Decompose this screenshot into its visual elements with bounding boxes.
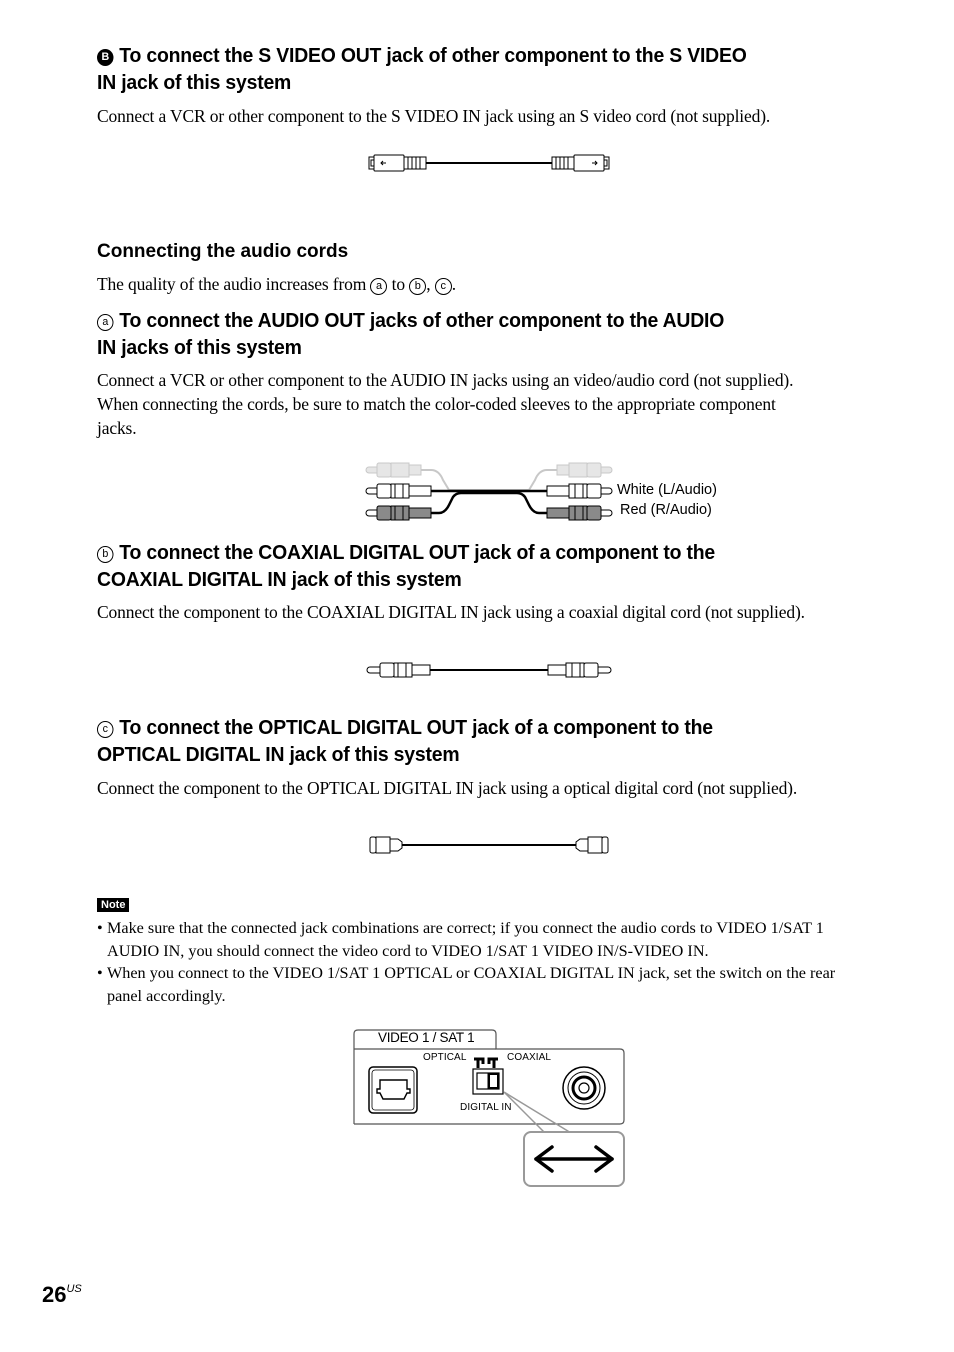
s-video-plug-left-body — [373, 154, 405, 172]
coaxial-heading-line1: To connect the COAXIAL DIGITAL OUT jack … — [119, 542, 716, 564]
coaxial-heading-line2: COAXIAL DIGITAL IN jack of this system — [97, 569, 462, 591]
optical-label: OPTICAL — [423, 1052, 467, 1063]
page-number-suffix: US — [66, 1283, 82, 1295]
svideo-heading-line1: To connect the S VIDEO OUT jack of other… — [119, 45, 747, 67]
s-video-plug-right-tip — [603, 156, 610, 170]
optical-heading: c To connect the OPTICAL DIGITAL OUT jack… — [97, 715, 892, 769]
quality-prefix: The quality of the audio increases from — [97, 274, 367, 294]
s-video-plug-left-tip — [368, 156, 375, 170]
audio-body-line3: jacks. — [97, 418, 137, 438]
audio-heading-line2: IN jacks of this system — [97, 337, 302, 359]
marker-c-icon: c — [97, 721, 114, 738]
label-white-l-audio: White (L/Audio) — [617, 482, 717, 498]
white-plug-row — [365, 483, 613, 499]
note-badge: Note — [97, 895, 130, 913]
note-item-1-line2: AUDIO IN, you should connect the video c… — [107, 941, 709, 960]
panel-title: VIDEO 1 / SAT 1 — [378, 1030, 475, 1045]
quality-period: . — [451, 274, 456, 294]
marker-b-icon: b — [97, 546, 114, 563]
svideo-heading: B To connect the S VIDEO OUT jack of othe… — [97, 43, 873, 97]
audio-heading-line1: To connect the AUDIO OUT jacks of other … — [119, 310, 725, 332]
page-number-value: 26 — [42, 1282, 67, 1307]
marker-b-filled-icon: B — [97, 49, 114, 66]
optical-jack-icon — [368, 1066, 418, 1114]
optical-heading-line1: To connect the OPTICAL DIGITAL OUT jack … — [119, 717, 713, 739]
quality-to: to — [391, 274, 405, 294]
coaxial-digital-cord-illustration — [366, 662, 612, 678]
optical-heading-line2: OPTICAL DIGITAL IN jack of this system — [97, 744, 460, 766]
page-number: 26US — [42, 1282, 82, 1308]
optical-digital-cord-illustration — [369, 836, 609, 854]
marker-a-icon: a — [370, 278, 388, 295]
audio-heading: a To connect the AUDIO OUT jacks of other… — [97, 308, 873, 362]
audio-body-line1: Connect a VCR or other component to the … — [97, 370, 794, 390]
svideo-body: Connect a VCR or other component to the … — [97, 106, 771, 126]
note-list: Make sure that the connected jack combin… — [97, 917, 897, 1007]
note-item: Make sure that the connected jack combin… — [97, 917, 897, 962]
audio-body-line2: When connecting the cords, be sure to ma… — [97, 394, 776, 414]
note-item: When you connect to the VIDEO 1/SAT 1 OP… — [97, 962, 897, 1007]
coaxial-jack-icon — [562, 1066, 606, 1110]
marker-b-icon: b — [409, 278, 427, 295]
note-badge-label: Note — [97, 898, 130, 912]
coaxial-label: COAXIAL — [507, 1052, 552, 1063]
marker-c-icon: c — [434, 278, 452, 295]
digital-in-switch[interactable] — [472, 1057, 504, 1095]
label-red-r-audio: Red (R/Audio) — [620, 502, 712, 518]
optical-body: Connect the component to the OPTICAL DIG… — [97, 778, 798, 798]
svideo-heading-line2: IN jack of this system — [97, 72, 292, 94]
digital-in-label: DIGITAL IN — [460, 1102, 512, 1113]
marker-a-icon: a — [97, 314, 114, 331]
s-video-plug-left-grip — [403, 156, 427, 170]
s-video-plug-right-grip — [551, 156, 575, 170]
coaxial-heading: b To connect the COAXIAL DIGITAL OUT jack… — [97, 540, 892, 594]
audio-quality-text: The quality of the audio increases from … — [97, 272, 456, 296]
note-item-2-line2: panel accordingly. — [107, 986, 226, 1005]
note-item-2-line1: When you connect to the VIDEO 1/SAT 1 OP… — [107, 964, 836, 982]
s-video-cord-illustration — [368, 154, 610, 172]
audio-cords-heading: Connecting the audio cords — [97, 241, 349, 262]
quality-comma: , — [426, 274, 431, 294]
s-video-plug-right-body — [573, 154, 605, 172]
note-item-1-line1: Make sure that the connected jack combin… — [107, 919, 824, 937]
audio-body: Connect a VCR or other component to the … — [97, 368, 917, 440]
coaxial-body: Connect the component to the COAXIAL DIG… — [97, 602, 805, 622]
audio-video-cord-illustration — [365, 462, 613, 521]
